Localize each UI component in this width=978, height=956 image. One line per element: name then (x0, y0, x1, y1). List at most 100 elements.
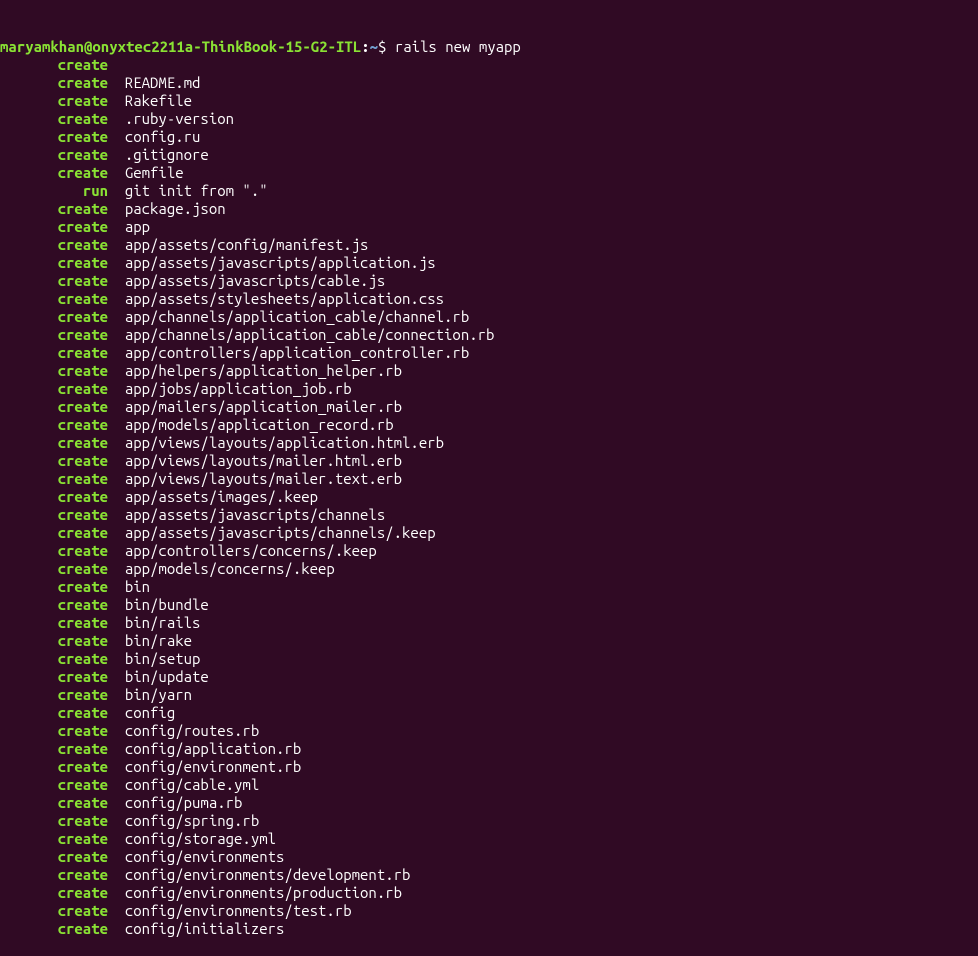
file-path: app/views/layouts/application.html.erb (125, 434, 444, 451)
action-label: create (0, 560, 108, 578)
output-line: create .ruby-version (0, 110, 978, 128)
action-label: create (0, 578, 108, 596)
action-label: create (0, 686, 108, 704)
output-line: create app/views/layouts/mailer.html.erb (0, 452, 978, 470)
output-line: create config/puma.rb (0, 794, 978, 812)
output-line: create bin/update (0, 668, 978, 686)
action-label: create (0, 830, 108, 848)
output-line: create app/assets/stylesheets/applicatio… (0, 290, 978, 308)
output-line: create config/initializers (0, 920, 978, 938)
file-path: app/views/layouts/mailer.text.erb (125, 470, 402, 487)
action-label: create (0, 488, 108, 506)
file-path: Gemfile (125, 164, 184, 181)
file-path: app/controllers/concerns/.keep (125, 542, 377, 559)
output-line: create app/channels/application_cable/ch… (0, 308, 978, 326)
output-line: create .gitignore (0, 146, 978, 164)
output-line: create config/environments/development.r… (0, 866, 978, 884)
file-path: bin (125, 578, 150, 595)
output-line: create package.json (0, 200, 978, 218)
output-line: create app/assets/javascripts/cable.js (0, 272, 978, 290)
action-label: create (0, 56, 108, 74)
output-line: create app/models/concerns/.keep (0, 560, 978, 578)
action-label: create (0, 884, 108, 902)
prompt-line: maryamkhan@onyxtec2211a-ThinkBook-15-G2-… (0, 38, 978, 56)
action-label: create (0, 740, 108, 758)
file-path: config/puma.rb (125, 794, 243, 811)
action-label: create (0, 362, 108, 380)
action-label: create (0, 506, 108, 524)
file-path: app/assets/stylesheets/application.css (125, 290, 444, 307)
action-label: create (0, 326, 108, 344)
action-label: create (0, 398, 108, 416)
output-line: create config/application.rb (0, 740, 978, 758)
output-line: create app/assets/config/manifest.js (0, 236, 978, 254)
file-path: config/initializers (125, 920, 285, 937)
action-label: create (0, 236, 108, 254)
file-path: config/environments/development.rb (125, 866, 411, 883)
file-path: app/assets/javascripts/channels/.keep (125, 524, 436, 541)
output-line: create config/environment.rb (0, 758, 978, 776)
output-line: create app/assets/images/.keep (0, 488, 978, 506)
file-path: app/assets/javascripts/cable.js (125, 272, 385, 289)
output-line: create config/routes.rb (0, 722, 978, 740)
action-label: create (0, 812, 108, 830)
action-label: create (0, 128, 108, 146)
output-line: create bin/rake (0, 632, 978, 650)
output-line: create app/helpers/application_helper.rb (0, 362, 978, 380)
output-line: create app/assets/javascripts/channels/.… (0, 524, 978, 542)
output-line: create config/spring.rb (0, 812, 978, 830)
action-label: create (0, 920, 108, 938)
output-line: create config/cable.yml (0, 776, 978, 794)
file-path: .ruby-version (125, 110, 234, 127)
output-line: create app/controllers/application_contr… (0, 344, 978, 362)
output-line: create app/channels/application_cable/co… (0, 326, 978, 344)
action-label: create (0, 290, 108, 308)
action-label: create (0, 848, 108, 866)
prompt-colon: : (361, 38, 369, 55)
action-label: create (0, 794, 108, 812)
file-path: bin/rails (125, 614, 201, 631)
output-line: create app/assets/javascripts/applicatio… (0, 254, 978, 272)
file-path: config/environments/test.rb (125, 902, 352, 919)
output-line: create Rakefile (0, 92, 978, 110)
output-line: create app/controllers/concerns/.keep (0, 542, 978, 560)
output-line: create (0, 56, 978, 74)
file-path: app/helpers/application_helper.rb (125, 362, 402, 379)
file-path: config/environments (125, 848, 285, 865)
action-label: create (0, 452, 108, 470)
file-path: package.json (125, 200, 226, 217)
file-path: app/channels/application_cable/connectio… (125, 326, 495, 343)
action-label: create (0, 146, 108, 164)
output-line: create bin/bundle (0, 596, 978, 614)
output-line: create app (0, 218, 978, 236)
output-line: create config/storage.yml (0, 830, 978, 848)
action-label: create (0, 344, 108, 362)
file-path: app/models/application_record.rb (125, 416, 394, 433)
action-label: create (0, 722, 108, 740)
output-line: create bin/setup (0, 650, 978, 668)
file-path: app/assets/javascripts/channels (125, 506, 385, 523)
terminal-output[interactable]: maryamkhan@onyxtec2211a-ThinkBook-15-G2-… (0, 0, 978, 956)
prompt-path: ~ (370, 38, 378, 55)
file-path: config/routes.rb (125, 722, 259, 739)
output-line: create README.md (0, 74, 978, 92)
file-path: bin/setup (125, 650, 201, 667)
output-line: create app/jobs/application_job.rb (0, 380, 978, 398)
output-line: create config/environments (0, 848, 978, 866)
file-path: .gitignore (125, 146, 209, 163)
output-line: create app/views/layouts/mailer.text.erb (0, 470, 978, 488)
action-label: create (0, 866, 108, 884)
action-label: create (0, 92, 108, 110)
file-path: git init from "." (125, 182, 268, 199)
output-line: create bin/rails (0, 614, 978, 632)
action-label: create (0, 254, 108, 272)
output-line: create config.ru (0, 128, 978, 146)
output-line: create config/environments/production.rb (0, 884, 978, 902)
action-label: run (0, 182, 108, 200)
action-label: create (0, 524, 108, 542)
action-label: create (0, 650, 108, 668)
file-path: config/environments/production.rb (125, 884, 402, 901)
file-path: config/application.rb (125, 740, 301, 757)
output-line: create bin (0, 578, 978, 596)
file-path: app/controllers/application_controller.r… (125, 344, 469, 361)
